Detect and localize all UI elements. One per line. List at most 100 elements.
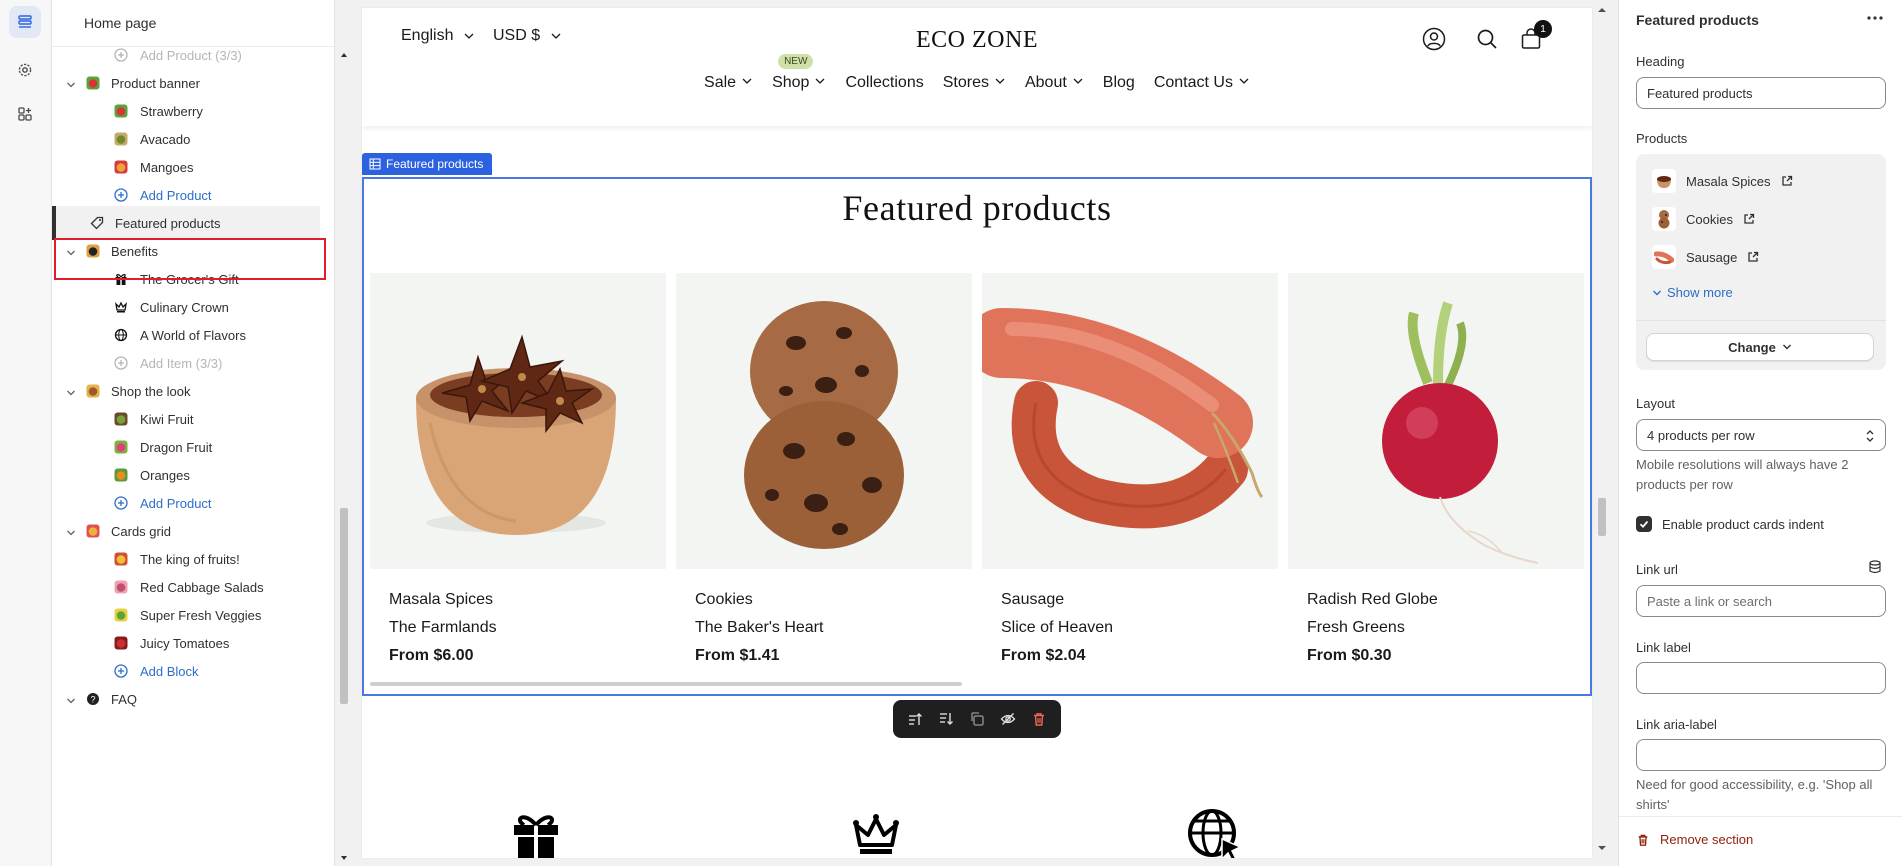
product-image[interactable] (676, 273, 972, 569)
chevron-down-icon[interactable] (66, 246, 76, 256)
external-link-icon[interactable] (1743, 213, 1755, 225)
product-list-item[interactable]: Masala Spices (1652, 167, 1793, 195)
layout-select[interactable]: 4 products per row (1636, 419, 1886, 451)
gift-icon (506, 803, 566, 858)
products-label: Products (1636, 131, 1688, 146)
nav-item[interactable]: About (1025, 74, 1084, 92)
chevron-down-icon (814, 74, 826, 92)
section-row[interactable]: ? FAQ (52, 682, 320, 716)
chevron-down-icon (1238, 74, 1250, 92)
link-aria-label-input[interactable] (1636, 739, 1886, 771)
move-down-icon[interactable] (934, 707, 958, 731)
product-thumbnail (1652, 245, 1676, 269)
product-name[interactable]: Cookies (695, 591, 753, 609)
duplicate-icon[interactable] (965, 707, 989, 731)
tree-item-label: Shop the look (111, 383, 191, 399)
chevron-down-icon (994, 74, 1006, 92)
chevron-down-icon (1653, 290, 1661, 295)
change-button[interactable]: Change (1646, 333, 1874, 361)
tomato-icon (113, 635, 129, 651)
search-icon[interactable] (1474, 26, 1500, 52)
product-card[interactable]: Sausage Slice of Heaven From $2.04 (982, 273, 1278, 664)
dynamic-source-icon[interactable] (1868, 560, 1882, 577)
store-logo[interactable]: ECO ZONE (362, 27, 1592, 54)
tree-item-label: Add Item (3/3) (140, 355, 223, 371)
section-toolbar (893, 700, 1061, 738)
cookies-image (744, 301, 904, 549)
product-thumbnail (1652, 169, 1676, 193)
product-vendor: The Baker's Heart (695, 619, 824, 636)
tree-item-label: Dragon Fruit (140, 439, 213, 455)
store-preview: English USD $ ECO ZONE 1 Sale Shop NEW Coll… (362, 8, 1592, 858)
show-more-link[interactable]: Show more (1652, 285, 1733, 300)
product-list-item[interactable]: Cookies (1652, 205, 1755, 233)
delete-icon[interactable] (1027, 707, 1051, 731)
heading-label: Heading (1636, 54, 1685, 69)
move-up-icon[interactable] (903, 707, 927, 731)
product-card[interactable]: Cookies The Baker's Heart From $1.41 (676, 273, 972, 664)
preview-scrollbar[interactable] (1594, 0, 1610, 866)
external-link-icon[interactable] (1747, 251, 1759, 263)
tree-item-label: Kiwi Fruit (140, 411, 194, 427)
carousel-scrollbar[interactable] (370, 682, 962, 686)
fruit-card-icon (113, 551, 129, 567)
nav-item[interactable]: Collections (845, 74, 923, 92)
product-image[interactable] (370, 273, 666, 569)
cart-count-badge: 1 (1534, 20, 1552, 38)
nav-item-label: About (1024, 74, 1067, 91)
hide-icon[interactable] (996, 707, 1020, 731)
indent-checkbox[interactable] (1636, 516, 1652, 532)
link-label-input[interactable] (1636, 662, 1886, 694)
layout-help-text: Mobile resolutions will always have 2 pr… (1636, 457, 1849, 492)
nav-item[interactable]: Sale (704, 74, 753, 92)
link-aria-help-text: Need for good accessibility, e.g. 'Shop … (1636, 777, 1873, 812)
more-options-icon[interactable] (1866, 10, 1884, 26)
tree-item-label: Featured products (115, 215, 221, 231)
account-icon[interactable] (1421, 26, 1447, 52)
heading-input[interactable]: Featured products (1636, 77, 1886, 109)
nav-item[interactable]: Stores (943, 74, 1006, 92)
product-name[interactable]: Sausage (1001, 591, 1064, 609)
tree-item-label: FAQ (111, 691, 138, 707)
sidebar-scrollbar[interactable] (338, 48, 350, 866)
section-tag[interactable]: Featured products (362, 153, 493, 175)
chevron-down-icon (1782, 344, 1791, 350)
apps-icon[interactable] (9, 98, 41, 130)
tree-item-label: Add Product (140, 495, 212, 511)
link-aria-label-label: Link aria-label (1636, 717, 1717, 732)
settings-gear-icon[interactable] (9, 54, 41, 86)
indent-label[interactable]: Enable product cards indent (1662, 517, 1824, 532)
nav-item-label: Shop (772, 74, 810, 91)
chevron-down-icon[interactable] (66, 386, 76, 396)
tree-item-label: Culinary Crown (140, 299, 229, 315)
tree-item-label: Mangoes (140, 159, 194, 175)
nav-item[interactable]: Blog (1103, 74, 1135, 92)
external-link-icon[interactable] (1781, 175, 1793, 187)
icon-rail (0, 0, 52, 866)
nav-item[interactable]: Shop NEW (772, 54, 826, 92)
cards-grid-icon (85, 523, 101, 539)
chevron-down-icon (1072, 74, 1084, 92)
product-list-item[interactable]: Sausage (1652, 243, 1759, 271)
product-card[interactable]: Masala Spices The Farmlands From $6.00 (370, 273, 666, 664)
product-card[interactable]: Radish Red Globe Fresh Greens From $0.30 (1288, 273, 1584, 664)
cart-icon[interactable]: 1 (1518, 20, 1552, 52)
product-image[interactable] (1288, 273, 1584, 569)
radish-image (1382, 301, 1539, 564)
dragon-fruit-icon (113, 439, 129, 455)
chevron-down-icon[interactable] (66, 78, 76, 88)
chevron-down-icon[interactable] (66, 694, 76, 704)
sections-icon[interactable] (9, 6, 41, 38)
remove-section-button[interactable]: Remove section (1636, 832, 1753, 847)
product-image[interactable] (982, 273, 1278, 569)
mango-icon (113, 159, 129, 175)
chevron-down-icon[interactable] (66, 526, 76, 536)
change-label: Change (1728, 339, 1776, 355)
product-name[interactable]: Masala Spices (389, 591, 493, 609)
product-name[interactable]: Radish Red Globe (1307, 591, 1438, 609)
tree-item-label: Benefits (111, 243, 158, 259)
link-url-input[interactable]: Paste a link or search (1636, 585, 1886, 617)
tree-item-label: Red Cabbage Salads (140, 579, 264, 595)
nav-item[interactable]: Contact Us (1154, 74, 1250, 92)
product-vendor: The Farmlands (389, 619, 497, 636)
